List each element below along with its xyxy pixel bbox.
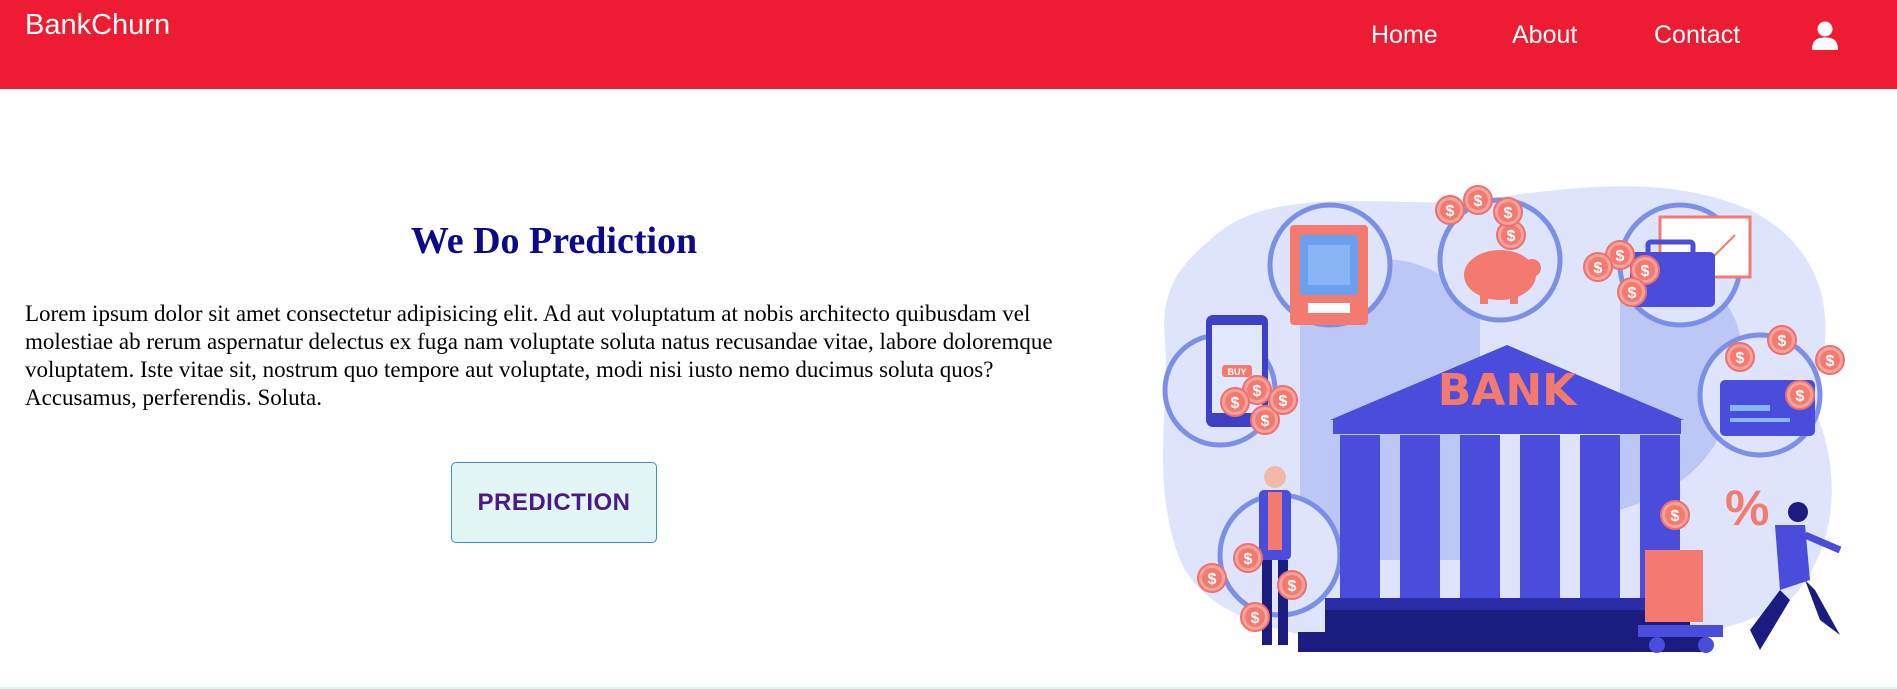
navbar: BankChurn Home About Contact [0, 0, 1897, 89]
nav-link-contact[interactable]: Contact [1654, 21, 1740, 50]
prediction-button[interactable]: PREDICTION [451, 462, 657, 543]
percent-sign: % [1725, 480, 1769, 536]
bank-illustration: $ BUY [1162, 185, 1845, 653]
hero-paragraph: Lorem ipsum dolor sit amet consectetur a… [25, 301, 1053, 410]
brand-logo[interactable]: BankChurn [25, 9, 170, 42]
hero-heading: We Do Prediction [410, 220, 698, 262]
atm-icon [1290, 225, 1368, 325]
user-icon[interactable] [1812, 21, 1838, 50]
bank-label: BANK [1438, 365, 1578, 416]
nav-link-home[interactable]: Home [1371, 21, 1438, 50]
nav-link-about[interactable]: About [1512, 21, 1577, 50]
svg-text:BUY: BUY [1227, 367, 1246, 377]
